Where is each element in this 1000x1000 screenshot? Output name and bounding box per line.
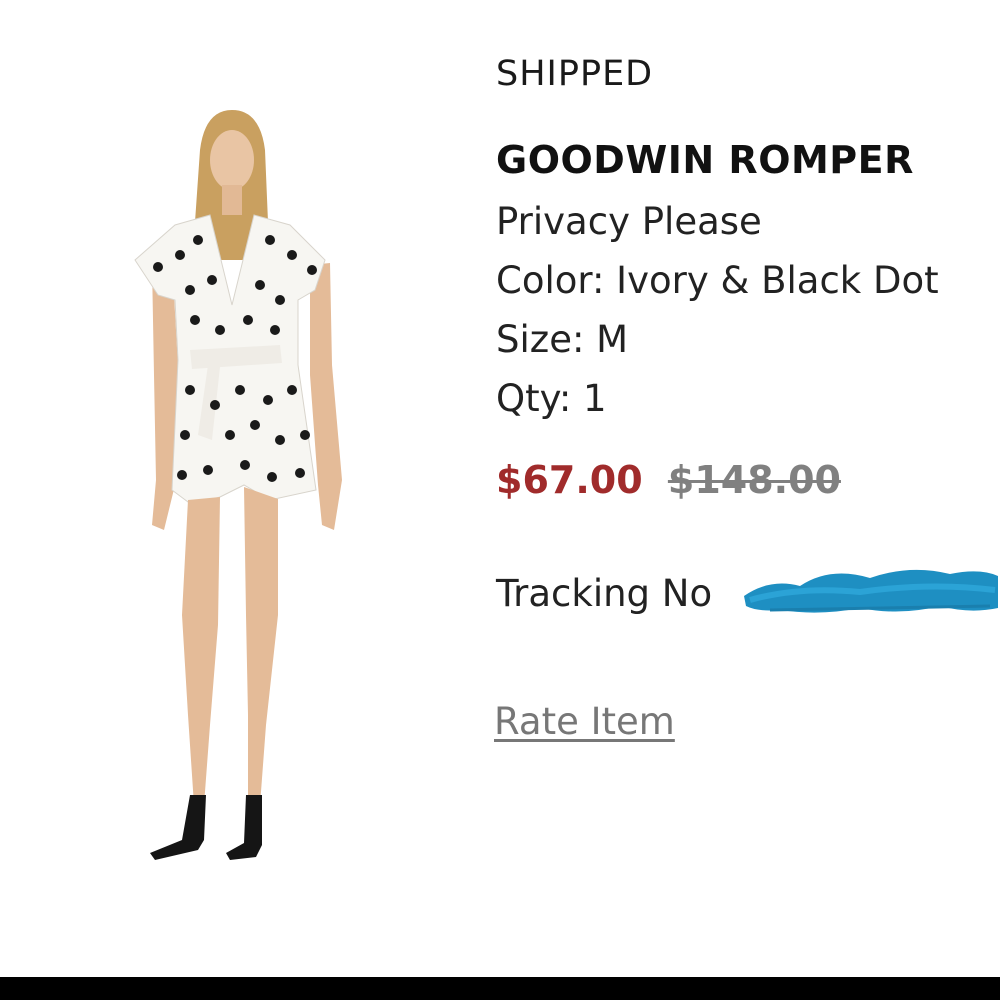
- brand-name: Privacy Please: [496, 200, 762, 243]
- size-detail: Size: M: [496, 318, 629, 361]
- sale-price: $67.00: [496, 458, 643, 502]
- color-detail: Color: Ivory & Black Dot: [496, 259, 939, 302]
- original-price: $148.00: [667, 458, 841, 502]
- tracking-label: Tracking No: [496, 572, 713, 615]
- product-image[interactable]: [120, 105, 360, 880]
- redaction-scribble-icon: [740, 556, 1000, 618]
- product-name[interactable]: GOODWIN ROMPER: [496, 138, 914, 182]
- price-row: $67.00 $148.00: [496, 458, 841, 502]
- bottom-bar: [0, 977, 1000, 1000]
- rate-item-link[interactable]: Rate Item: [494, 700, 675, 743]
- quantity-detail: Qty: 1: [496, 377, 607, 420]
- order-status: SHIPPED: [496, 54, 654, 94]
- product-photo: [134, 110, 342, 860]
